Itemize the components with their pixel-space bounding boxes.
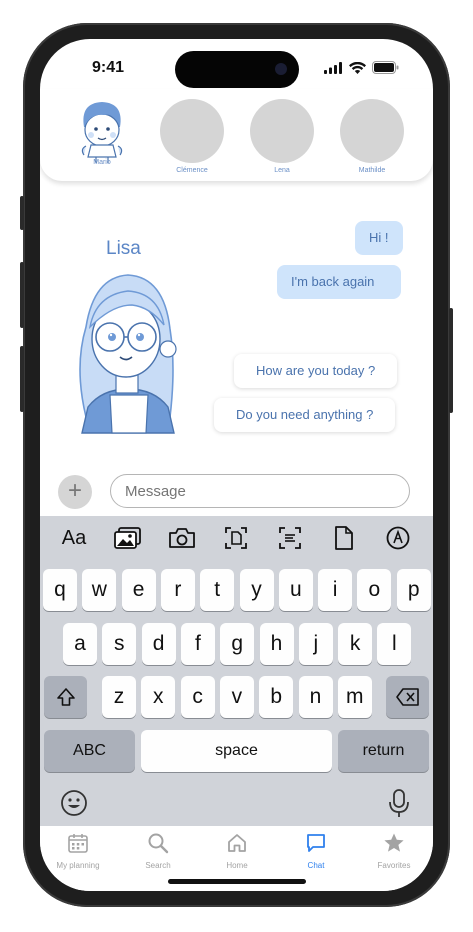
key-e[interactable]: e	[121, 569, 156, 611]
received-message: Hi !	[355, 221, 403, 255]
volume-up-button	[20, 262, 24, 328]
key-o[interactable]: o	[357, 569, 392, 611]
key-x[interactable]: x	[141, 676, 176, 718]
keyboard: Aa qwertyuiop asdfghjkl zxcvbnm ABC spac…	[40, 516, 433, 826]
scan-document-icon[interactable]	[218, 522, 254, 554]
contact-name: Lisa	[106, 238, 141, 259]
story-name: Mario	[93, 159, 111, 166]
story-name: Clémence	[176, 167, 208, 174]
tab-search[interactable]: Search	[123, 832, 193, 870]
screen: 9:41 Mario Clémence Lena Mathilde Lisa H…	[40, 39, 433, 891]
power-button	[449, 308, 453, 413]
markup-icon[interactable]	[380, 522, 416, 554]
action-button	[20, 196, 24, 230]
key-q[interactable]: q	[43, 569, 77, 611]
story-name: Mathilde	[358, 167, 386, 174]
wifi-icon	[349, 62, 366, 74]
key-a[interactable]: a	[63, 623, 97, 665]
stories-bar: Mario Clémence Lena Mathilde	[40, 89, 433, 181]
return-key[interactable]: return	[338, 730, 429, 772]
tab-label: Search	[145, 861, 171, 870]
star-icon	[384, 833, 404, 852]
message-input[interactable]	[110, 474, 410, 508]
tab-favorites[interactable]: Favorites	[359, 832, 429, 870]
key-c[interactable]: c	[180, 676, 215, 718]
microphone-icon[interactable]	[387, 788, 411, 823]
key-k[interactable]: k	[338, 623, 373, 665]
reply-suggestion[interactable]: How are you today ?	[234, 354, 398, 388]
signal-icon	[324, 62, 342, 74]
key-z[interactable]: z	[102, 676, 136, 718]
camera-icon[interactable]	[164, 522, 200, 554]
chat-icon	[307, 834, 325, 852]
mario-avatar	[81, 102, 123, 163]
reply-suggestion[interactable]: Do you need anything ?	[214, 398, 396, 432]
tab-label: My planning	[56, 861, 100, 870]
tab-label: Chat	[307, 861, 325, 870]
text-format-button[interactable]: Aa	[56, 522, 92, 554]
tab-my-planning[interactable]: My planning	[43, 832, 113, 870]
key-f[interactable]: f	[180, 623, 215, 665]
key-l[interactable]: l	[377, 623, 412, 665]
key-g[interactable]: g	[220, 623, 255, 665]
key-d[interactable]: d	[141, 623, 176, 665]
tab-chat[interactable]: Chat	[281, 832, 351, 870]
delete-key[interactable]	[386, 676, 429, 718]
key-h[interactable]: h	[259, 623, 294, 665]
key-j[interactable]: j	[298, 623, 333, 665]
avatar-placeholder	[250, 99, 314, 163]
tab-label: Home	[226, 861, 248, 870]
story-mathilde[interactable]: Mathilde	[339, 99, 405, 174]
key-w[interactable]: w	[82, 569, 117, 611]
key-m[interactable]: m	[337, 676, 372, 718]
key-p[interactable]: p	[396, 569, 431, 611]
home-indicator	[168, 879, 306, 884]
tab-label: Favorites	[377, 861, 411, 870]
story-mario[interactable]: Mario	[69, 99, 135, 166]
document-icon[interactable]	[326, 522, 362, 554]
key-i[interactable]: i	[318, 569, 353, 611]
key-u[interactable]: u	[278, 569, 313, 611]
avatar-placeholder	[160, 99, 224, 163]
scan-text-icon[interactable]	[272, 522, 308, 554]
shift-key[interactable]	[44, 676, 87, 718]
search-icon	[148, 833, 169, 854]
home-icon	[228, 834, 246, 852]
dynamic-island	[175, 51, 299, 88]
key-r[interactable]: r	[160, 569, 195, 611]
key-n[interactable]: n	[298, 676, 333, 718]
avatar-placeholder	[340, 99, 404, 163]
status-time: 9:41	[92, 59, 125, 76]
story-name: Lena	[274, 167, 290, 174]
photo-library-icon[interactable]	[110, 522, 146, 554]
story-lena[interactable]: Lena	[249, 99, 315, 174]
camera-icon	[275, 63, 287, 75]
status-icons	[324, 61, 399, 74]
space-key[interactable]: space	[141, 730, 332, 772]
emoji-icon[interactable]	[60, 789, 88, 822]
received-message: I'm back again	[277, 265, 401, 299]
abc-key[interactable]: ABC	[44, 730, 135, 772]
calendar-icon	[68, 834, 88, 853]
story-clemence[interactable]: Clémence	[159, 99, 225, 174]
tab-home[interactable]: Home	[202, 832, 272, 870]
key-v[interactable]: v	[219, 676, 254, 718]
key-y[interactable]: y	[239, 569, 274, 611]
add-attachment-button[interactable]: +	[58, 475, 92, 509]
battery-icon	[372, 61, 399, 74]
key-b[interactable]: b	[259, 676, 294, 718]
key-s[interactable]: s	[102, 623, 137, 665]
volume-down-button	[20, 346, 24, 412]
lisa-avatar	[79, 274, 177, 434]
key-t[interactable]: t	[200, 569, 235, 611]
